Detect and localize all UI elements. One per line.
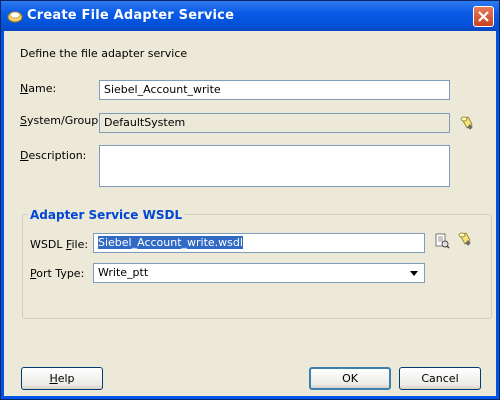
group-title: Adapter Service WSDL <box>28 208 185 222</box>
close-icon <box>478 11 489 22</box>
chevron-down-icon[interactable] <box>410 271 418 276</box>
name-input[interactable]: Siebel_Account_write <box>99 80 450 100</box>
title-bar[interactable]: Create File Adapter Service <box>1 1 499 31</box>
wsdl-file-label: WSDL File: <box>30 238 89 251</box>
dialog-window: Create File Adapter Service Define the f… <box>0 0 500 400</box>
wsdl-file-input[interactable]: Siebel_Account_write.wsdl <box>93 233 425 253</box>
dialog-title: Create File Adapter Service <box>27 8 235 23</box>
system-group-label: System/Group: <box>20 114 102 127</box>
description-label: Description: <box>20 149 87 162</box>
oracle-app-icon <box>7 11 23 23</box>
name-label: Name: <box>20 82 57 95</box>
port-type-label: Port Type: <box>30 267 85 280</box>
wsdl-file-value: Siebel_Account_write.wsdl <box>98 236 243 249</box>
intro-text: Define the file adapter service <box>20 47 188 60</box>
cancel-button[interactable]: Cancel <box>399 367 481 390</box>
system-group-input[interactable]: DefaultSystem <box>99 113 450 133</box>
help-button[interactable]: Help <box>21 367 103 390</box>
dialog-body: Define the file adapter service Name: Si… <box>4 31 496 396</box>
wsdl-browse-icon[interactable] <box>434 233 450 249</box>
port-type-select[interactable]: Write_ptt <box>93 263 425 283</box>
flashlight-icon[interactable] <box>459 115 475 131</box>
port-type-value: Write_ptt <box>98 266 149 279</box>
close-button[interactable] <box>473 6 494 27</box>
ok-button[interactable]: OK <box>309 367 391 390</box>
flashlight-icon[interactable] <box>457 231 473 247</box>
description-input[interactable] <box>99 145 450 187</box>
